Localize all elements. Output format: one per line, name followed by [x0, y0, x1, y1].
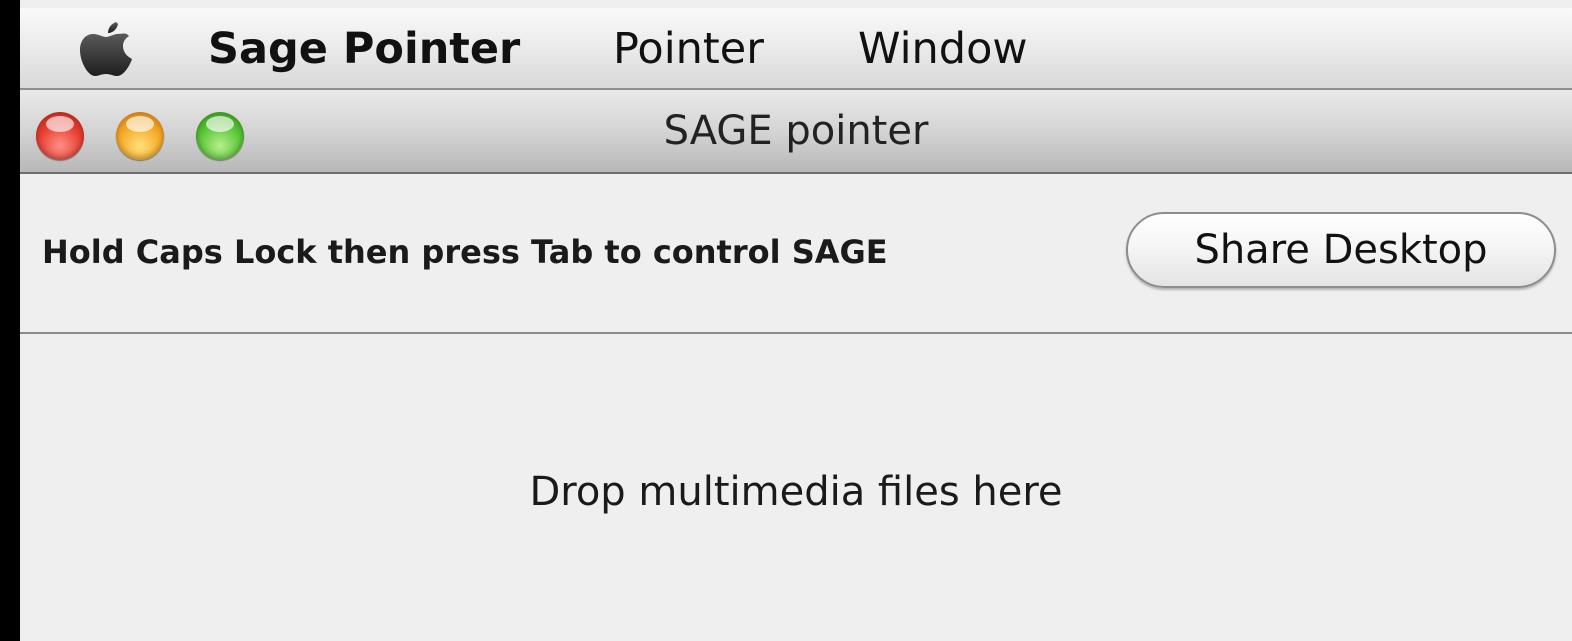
screen: Sage Pointer Pointer Window SAGE pointer… — [20, 0, 1572, 641]
menu-item-pointer[interactable]: Pointer — [613, 24, 764, 74]
drop-zone-label: Drop multimedia files here — [529, 469, 1063, 515]
menu-item-window[interactable]: Window — [858, 24, 1028, 74]
drop-zone[interactable]: Drop multimedia files here — [20, 334, 1572, 641]
window-title-bar[interactable]: SAGE pointer — [20, 90, 1572, 174]
window-title: SAGE pointer — [663, 108, 929, 154]
control-hint-label: Hold Caps Lock then press Tab to control… — [42, 233, 888, 271]
apple-logo-icon[interactable] — [78, 18, 134, 80]
share-desktop-button[interactable]: Share Desktop — [1126, 212, 1556, 288]
toolbar: Hold Caps Lock then press Tab to control… — [20, 174, 1572, 334]
menu-bar: Sage Pointer Pointer Window — [20, 8, 1572, 90]
menu-app-name[interactable]: Sage Pointer — [208, 24, 520, 74]
